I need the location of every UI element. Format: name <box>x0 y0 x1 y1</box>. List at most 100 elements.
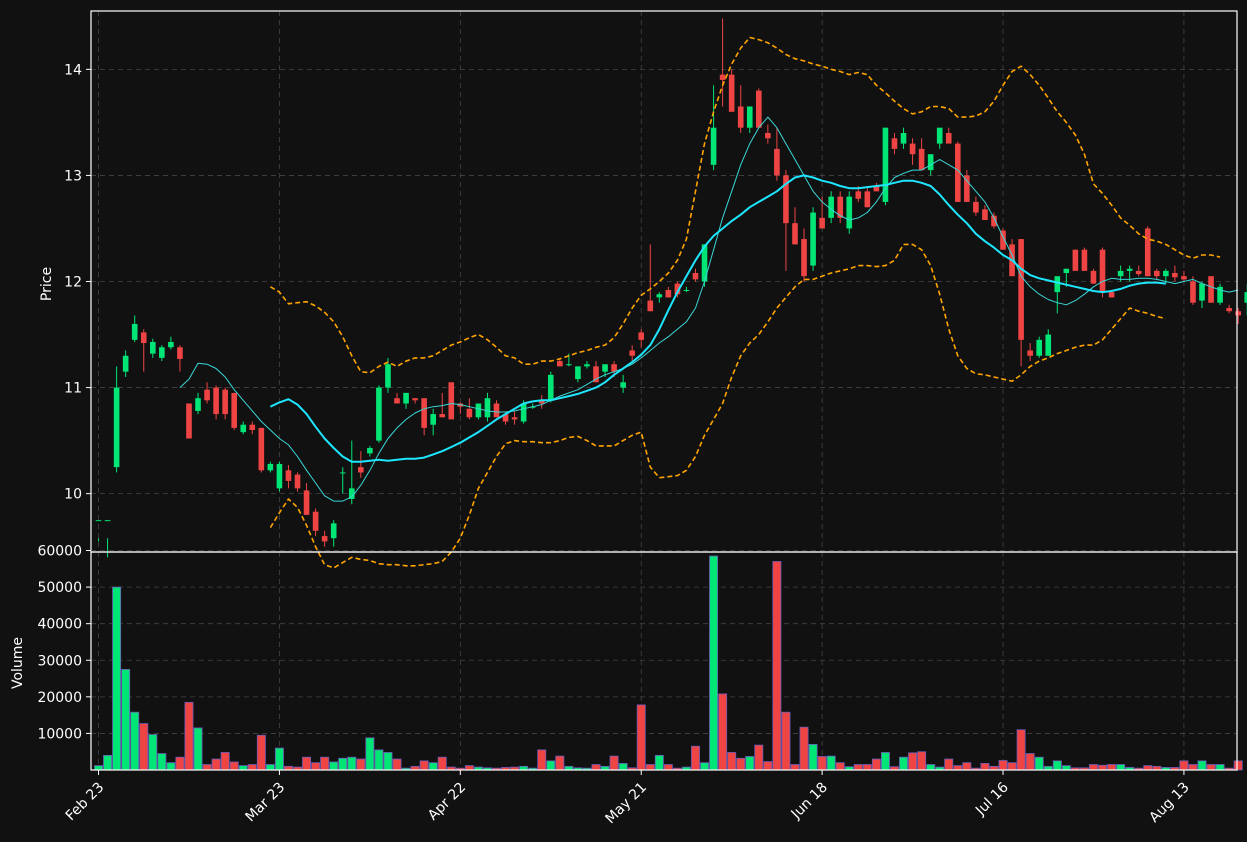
candle-body <box>1190 281 1196 303</box>
volume-bar <box>383 752 393 771</box>
candle-body <box>683 289 690 291</box>
candle-body <box>321 536 328 542</box>
candle-body <box>421 398 427 428</box>
candle-body <box>394 398 400 404</box>
volume-tick-label: 40000 <box>37 617 82 633</box>
volume-bar <box>781 711 791 771</box>
candle-body <box>909 143 916 155</box>
volume-bar <box>609 755 619 771</box>
volume-bar <box>302 756 312 771</box>
candle-body <box>376 387 382 441</box>
volume-axis-label: Volume <box>10 637 26 689</box>
volume-bar <box>736 757 746 771</box>
candle-body <box>638 332 645 340</box>
candle-body <box>665 289 672 298</box>
volume-bar <box>817 756 827 771</box>
price-axis-label: Price <box>39 267 55 301</box>
volume-bar <box>157 753 167 771</box>
candle-body <box>945 132 952 144</box>
volume-bar <box>980 763 990 771</box>
candle-body <box>294 474 301 489</box>
candle-body <box>475 403 482 418</box>
volume-bar <box>709 555 719 771</box>
candle-body <box>213 387 219 415</box>
volume-tick-label: 20000 <box>37 690 82 706</box>
volume-bar <box>1016 729 1026 771</box>
volume-bar <box>365 737 375 771</box>
candle-body <box>312 511 319 531</box>
volume-bar <box>1215 764 1225 771</box>
candle-body <box>493 403 500 418</box>
volume-bar <box>1061 765 1071 771</box>
volume-bar <box>220 752 230 771</box>
candle-body <box>1045 334 1052 356</box>
candle-body <box>1208 276 1214 303</box>
volume-bar <box>374 749 384 771</box>
candle-body <box>801 239 807 277</box>
candlestick-chart: 10 11 12 13 14 10000 20000 30000 40000 50000 6000… <box>0 0 1247 842</box>
volume-bar <box>148 734 158 771</box>
candle-body <box>140 332 147 344</box>
candle-body <box>448 382 455 420</box>
candle-body <box>1090 270 1097 284</box>
volume-bar <box>1025 753 1035 771</box>
candle-body <box>692 273 699 280</box>
volume-bar <box>1197 760 1207 771</box>
candle-body <box>168 341 174 348</box>
volume-bar <box>944 758 954 771</box>
candle-body <box>728 74 735 112</box>
price-tick-label: 12 <box>64 275 82 291</box>
candle-body <box>95 520 102 522</box>
candle-body <box>1235 311 1241 316</box>
volume-bar <box>437 756 447 771</box>
volume-bar <box>428 762 438 771</box>
candle-body <box>1135 270 1142 275</box>
volume-bar <box>320 756 330 771</box>
candle-body <box>186 403 192 439</box>
volume-bar <box>211 758 221 771</box>
candle-body <box>927 154 934 171</box>
candle-body <box>774 148 780 176</box>
candle-body <box>403 392 409 404</box>
candle-body <box>104 520 111 522</box>
candle-body <box>367 448 373 454</box>
volume-bar <box>356 758 366 771</box>
candle-body <box>385 364 391 388</box>
volume-bar <box>175 756 185 771</box>
candle-body <box>1126 268 1133 271</box>
volume-bar <box>871 758 881 771</box>
volume-bar <box>229 761 239 771</box>
candle-body <box>113 387 120 468</box>
candle-body <box>656 294 663 298</box>
candle-body <box>864 191 871 208</box>
volume-bar <box>537 749 547 771</box>
candle-body <box>710 127 717 165</box>
candle-body <box>620 382 626 388</box>
volume-bar <box>727 752 737 771</box>
volume-bar <box>998 760 1008 771</box>
volume-bar <box>1233 760 1243 771</box>
volume-bar <box>645 764 655 771</box>
candle-body <box>792 223 798 245</box>
volume-tick-label: 30000 <box>37 653 82 669</box>
volume-bar <box>265 764 275 771</box>
volume-bar <box>121 669 131 771</box>
candle-body <box>575 366 581 380</box>
volume-bar <box>1007 762 1017 771</box>
candle-body <box>1072 249 1079 271</box>
candle-body <box>412 398 418 401</box>
candle-body <box>520 403 527 422</box>
candle-body <box>222 389 228 415</box>
candle-body <box>964 175 970 202</box>
candle-body <box>276 463 283 489</box>
candle-body <box>765 132 771 139</box>
volume-bar <box>555 755 565 771</box>
volume-bar <box>1107 764 1117 771</box>
volume-bar <box>853 764 863 771</box>
volume-bar <box>419 760 429 771</box>
price-tick-label: 13 <box>64 168 82 184</box>
candle-body <box>918 148 925 171</box>
price-tick-label: 11 <box>64 381 82 397</box>
candle-body <box>122 355 129 372</box>
candle-body <box>1199 283 1205 301</box>
